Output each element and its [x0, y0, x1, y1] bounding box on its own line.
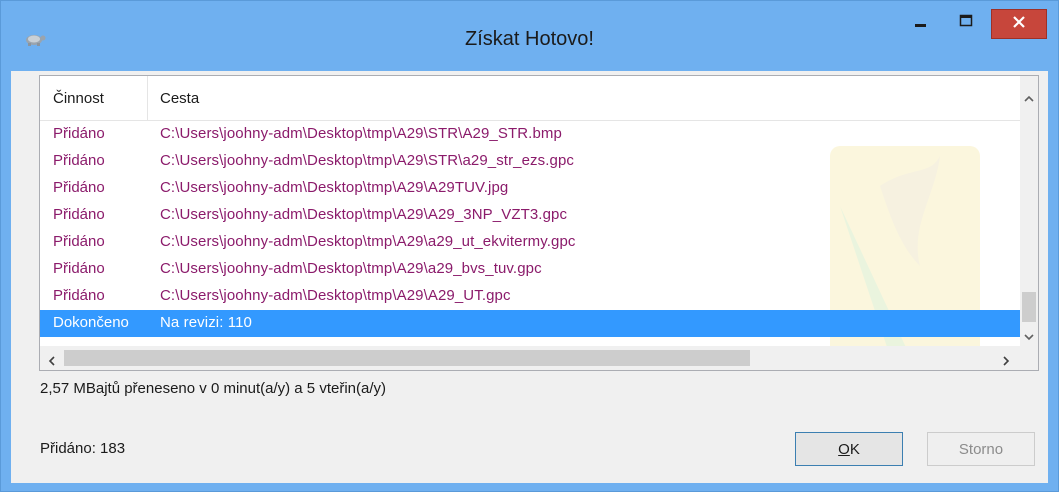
chevron-left-icon[interactable] — [48, 353, 56, 369]
row-path: C:\Users\joohny-adm\Desktop\tmp\A29\A29_… — [160, 206, 568, 223]
column-divider[interactable] — [147, 76, 148, 120]
list-row[interactable]: Přidáno C:\Users\joohny-adm\Desktop\tmp\… — [40, 148, 1020, 175]
ok-label-rest: K — [849, 440, 860, 458]
row-path: C:\Users\joohny-adm\Desktop\tmp\A29\A29_… — [160, 287, 511, 304]
horizontal-scroll-thumb[interactable] — [64, 350, 750, 366]
row-action: Přidáno — [53, 233, 105, 250]
row-path: C:\Users\joohny-adm\Desktop\tmp\A29\a29_… — [160, 260, 542, 277]
row-path: Na revizi: 110 — [160, 314, 252, 331]
row-action: Přidáno — [53, 152, 105, 169]
scrollbar-corner — [1020, 346, 1038, 370]
row-action: Přidáno — [53, 287, 105, 304]
row-action: Přidáno — [53, 179, 105, 196]
cancel-button[interactable]: Storno — [927, 432, 1035, 466]
ok-button[interactable]: OK — [795, 432, 903, 466]
window-title: Získat Hotovo! — [465, 28, 594, 50]
list-row[interactable]: Přidáno C:\Users\joohny-adm\Desktop\tmp\… — [40, 121, 1020, 148]
column-header-action[interactable]: Činnost — [53, 90, 104, 107]
vertical-scroll-thumb[interactable] — [1022, 292, 1036, 322]
column-header-path[interactable]: Cesta — [160, 90, 199, 107]
horizontal-scrollbar[interactable] — [40, 346, 1020, 370]
row-action: Dokončeno — [53, 314, 129, 331]
transfer-status: 2,57 MBajtů přeneseno v 0 minut(a/y) a 5… — [40, 380, 386, 397]
chevron-right-icon[interactable] — [1002, 353, 1010, 369]
minimize-icon — [914, 14, 928, 32]
row-action: Přidáno — [53, 206, 105, 223]
close-button[interactable] — [991, 9, 1047, 39]
dialog-window: Získat Hotovo! Činnost Cesta Přidáno C:\… — [0, 0, 1059, 492]
list-row-selected[interactable]: Dokončeno Na revizi: 110 — [40, 310, 1020, 337]
added-count: Přidáno: 183 — [40, 440, 126, 457]
list-header: Činnost Cesta — [40, 76, 1020, 121]
list-row[interactable]: Přidáno C:\Users\joohny-adm\Desktop\tmp\… — [40, 256, 1020, 283]
list-row[interactable]: Přidáno C:\Users\joohny-adm\Desktop\tmp\… — [40, 202, 1020, 229]
action-list[interactable]: Činnost Cesta Přidáno C:\Users\joohny-ad… — [39, 75, 1039, 371]
row-path: C:\Users\joohny-adm\Desktop\tmp\A29\a29_… — [160, 233, 576, 250]
minimize-button[interactable] — [901, 9, 941, 37]
maximize-button[interactable] — [946, 9, 986, 37]
row-path: C:\Users\joohny-adm\Desktop\tmp\A29\A29T… — [160, 179, 509, 196]
row-action: Přidáno — [53, 260, 105, 277]
chevron-down-icon[interactable] — [1024, 328, 1034, 344]
row-path: C:\Users\joohny-adm\Desktop\tmp\A29\STR\… — [160, 152, 575, 169]
ok-mnemonic: O — [838, 440, 850, 458]
list-row[interactable]: Přidáno C:\Users\joohny-adm\Desktop\tmp\… — [40, 229, 1020, 256]
close-icon — [1012, 15, 1026, 33]
chevron-up-icon[interactable] — [1024, 90, 1034, 106]
title-bar[interactable]: Získat Hotovo! — [1, 1, 1058, 71]
vertical-scrollbar[interactable] — [1020, 76, 1038, 346]
maximize-icon — [959, 14, 973, 32]
row-path: C:\Users\joohny-adm\Desktop\tmp\A29\STR\… — [160, 125, 562, 142]
row-action: Přidáno — [53, 125, 105, 142]
list-row[interactable]: Přidáno C:\Users\joohny-adm\Desktop\tmp\… — [40, 283, 1020, 310]
list-row[interactable]: Přidáno C:\Users\joohny-adm\Desktop\tmp\… — [40, 175, 1020, 202]
dialog-content: Činnost Cesta Přidáno C:\Users\joohny-ad… — [11, 71, 1048, 483]
list-rows: Přidáno C:\Users\joohny-adm\Desktop\tmp\… — [40, 121, 1020, 337]
